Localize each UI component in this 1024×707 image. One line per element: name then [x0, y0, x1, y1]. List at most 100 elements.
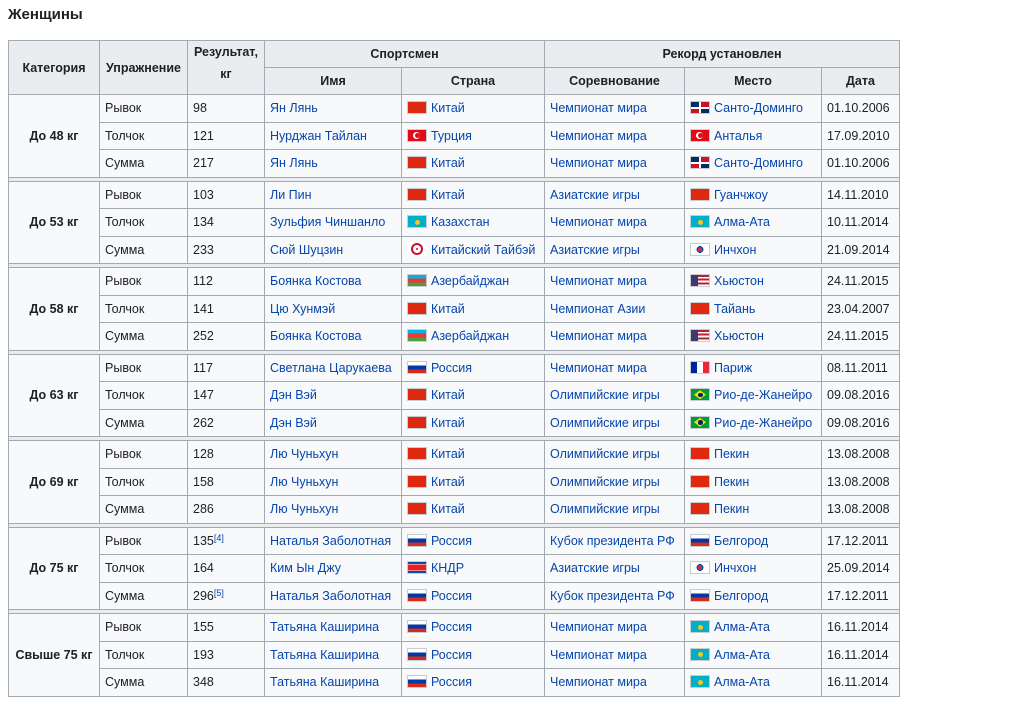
flag-cn-icon: [690, 502, 710, 516]
place-link[interactable]: Белгород: [714, 589, 768, 603]
date-cell: 16.11.2014: [820, 613, 901, 642]
country-link[interactable]: КНДР: [431, 561, 464, 575]
country-link[interactable]: Китай: [431, 502, 465, 516]
athlete-name-link[interactable]: Зульфия Чиншанло: [270, 215, 385, 229]
athlete-name-link[interactable]: Лю Чуньхун: [270, 502, 338, 516]
result-cell: 121: [187, 121, 265, 150]
athlete-name-link[interactable]: Ли Пин: [270, 188, 312, 202]
place-link[interactable]: Белгород: [714, 534, 768, 548]
country-cell: Китайский Тайбэй: [401, 235, 545, 264]
athlete-name-link[interactable]: Ян Лянь: [270, 156, 318, 170]
flag-tw-icon: [407, 242, 427, 256]
place-link[interactable]: Рио-де-Жанейро: [714, 416, 812, 430]
country-link[interactable]: Россия: [431, 361, 472, 375]
country-link[interactable]: Китай: [431, 188, 465, 202]
athlete-name-link[interactable]: Нурджан Тайлан: [270, 129, 367, 143]
country-link[interactable]: Азербайджан: [431, 274, 509, 288]
competition-cell: Олимпийские игры: [544, 408, 685, 437]
competition-link[interactable]: Олимпийские игры: [550, 502, 660, 516]
competition-link[interactable]: Чемпионат мира: [550, 361, 647, 375]
table-row: Толчок 147 Дэн Вэй Китай Олимпийские игры Рио…: [9, 381, 901, 410]
country-link[interactable]: Китай: [431, 475, 465, 489]
reference-link[interactable]: [4]: [214, 533, 224, 543]
country-link[interactable]: Китайский Тайбэй: [431, 243, 535, 257]
competition-link[interactable]: Чемпионат мира: [550, 648, 647, 662]
athlete-name-link[interactable]: Ким Ын Джу: [270, 561, 341, 575]
result-cell: 134: [187, 208, 265, 237]
competition-link[interactable]: Чемпионат Азии: [550, 302, 645, 316]
country-link[interactable]: Россия: [431, 675, 472, 689]
place-link[interactable]: Гуанчжоу: [714, 188, 768, 202]
place-link[interactable]: Хьюстон: [714, 329, 764, 343]
athlete-name-link[interactable]: Цю Хунмэй: [270, 302, 335, 316]
place-link[interactable]: Анталья: [714, 129, 762, 143]
reference-link[interactable]: [5]: [214, 588, 224, 598]
athlete-name-link[interactable]: Татьяна Каширина: [270, 648, 379, 662]
place-link[interactable]: Инчхон: [714, 561, 756, 575]
place-link[interactable]: Рио-де-Жанейро: [714, 388, 812, 402]
place-link[interactable]: Алма-Ата: [714, 215, 770, 229]
country-link[interactable]: Китай: [431, 101, 465, 115]
place-link[interactable]: Санто-Доминго: [714, 156, 803, 170]
athlete-name-link[interactable]: Дэн Вэй: [270, 416, 317, 430]
country-link[interactable]: Казахстан: [431, 215, 490, 229]
competition-link[interactable]: Олимпийские игры: [550, 388, 660, 402]
competition-link[interactable]: Чемпионат мира: [550, 101, 647, 115]
athlete-name-link[interactable]: Боянка Костова: [270, 274, 361, 288]
country-link[interactable]: Азербайджан: [431, 329, 509, 343]
competition-link[interactable]: Азиатские игры: [550, 243, 640, 257]
country-link[interactable]: Россия: [431, 534, 472, 548]
competition-link[interactable]: Азиатские игры: [550, 188, 640, 202]
athlete-name-cell: Ким Ын Джу: [264, 554, 402, 583]
place-link[interactable]: Санто-Доминго: [714, 101, 803, 115]
country-link[interactable]: Россия: [431, 589, 472, 603]
competition-link[interactable]: Олимпийские игры: [550, 416, 660, 430]
competition-link[interactable]: Кубок президента РФ: [550, 589, 675, 603]
competition-link[interactable]: Чемпионат мира: [550, 129, 647, 143]
country-cell: Китай: [401, 381, 545, 410]
athlete-name-link[interactable]: Дэн Вэй: [270, 388, 317, 402]
place-link[interactable]: Хьюстон: [714, 274, 764, 288]
place-link[interactable]: Пекин: [714, 475, 749, 489]
competition-link[interactable]: Чемпионат мира: [550, 274, 647, 288]
place-link[interactable]: Алма-Ата: [714, 620, 770, 634]
country-link[interactable]: Китай: [431, 302, 465, 316]
competition-link[interactable]: Чемпионат мира: [550, 215, 647, 229]
country-link[interactable]: Россия: [431, 648, 472, 662]
place-link[interactable]: Алма-Ата: [714, 648, 770, 662]
athlete-name-link[interactable]: Татьяна Каширина: [270, 620, 379, 634]
place-link[interactable]: Пекин: [714, 502, 749, 516]
athlete-name-link[interactable]: Сюй Шуцзин: [270, 243, 343, 257]
place-link[interactable]: Алма-Ата: [714, 675, 770, 689]
country-link[interactable]: Россия: [431, 620, 472, 634]
country-link[interactable]: Китай: [431, 416, 465, 430]
competition-link[interactable]: Чемпионат мира: [550, 675, 647, 689]
athlete-name-link[interactable]: Татьяна Каширина: [270, 675, 379, 689]
country-link[interactable]: Китай: [431, 447, 465, 461]
athlete-name-link[interactable]: Наталья Заболотная: [270, 589, 391, 603]
athlete-name-link[interactable]: Светлана Царукаева: [270, 361, 392, 375]
place-link[interactable]: Тайань: [714, 302, 755, 316]
competition-link[interactable]: Кубок президента РФ: [550, 534, 675, 548]
competition-link[interactable]: Олимпийские игры: [550, 447, 660, 461]
place-link[interactable]: Инчхон: [714, 243, 756, 257]
country-link[interactable]: Китай: [431, 388, 465, 402]
competition-link[interactable]: Азиатские игры: [550, 561, 640, 575]
competition-link[interactable]: Чемпионат мира: [550, 620, 647, 634]
athlete-name-link[interactable]: Наталья Заболотная: [270, 534, 391, 548]
athlete-name-link[interactable]: Лю Чуньхун: [270, 447, 338, 461]
athlete-name-link[interactable]: Боянка Костова: [270, 329, 361, 343]
result-value: 141: [193, 301, 214, 316]
result-value: 155: [193, 620, 214, 635]
country-link[interactable]: Китай: [431, 156, 465, 170]
competition-link[interactable]: Олимпийские игры: [550, 475, 660, 489]
place-link[interactable]: Пекин: [714, 447, 749, 461]
place-link[interactable]: Париж: [714, 361, 752, 375]
athlete-name-link[interactable]: Лю Чуньхун: [270, 475, 338, 489]
competition-link[interactable]: Чемпионат мира: [550, 156, 647, 170]
athlete-name-link[interactable]: Ян Лянь: [270, 101, 318, 115]
result-cell: 296[5]: [187, 581, 265, 610]
flag-cn-icon: [690, 474, 710, 488]
competition-link[interactable]: Чемпионат мира: [550, 329, 647, 343]
country-link[interactable]: Турция: [431, 129, 472, 143]
